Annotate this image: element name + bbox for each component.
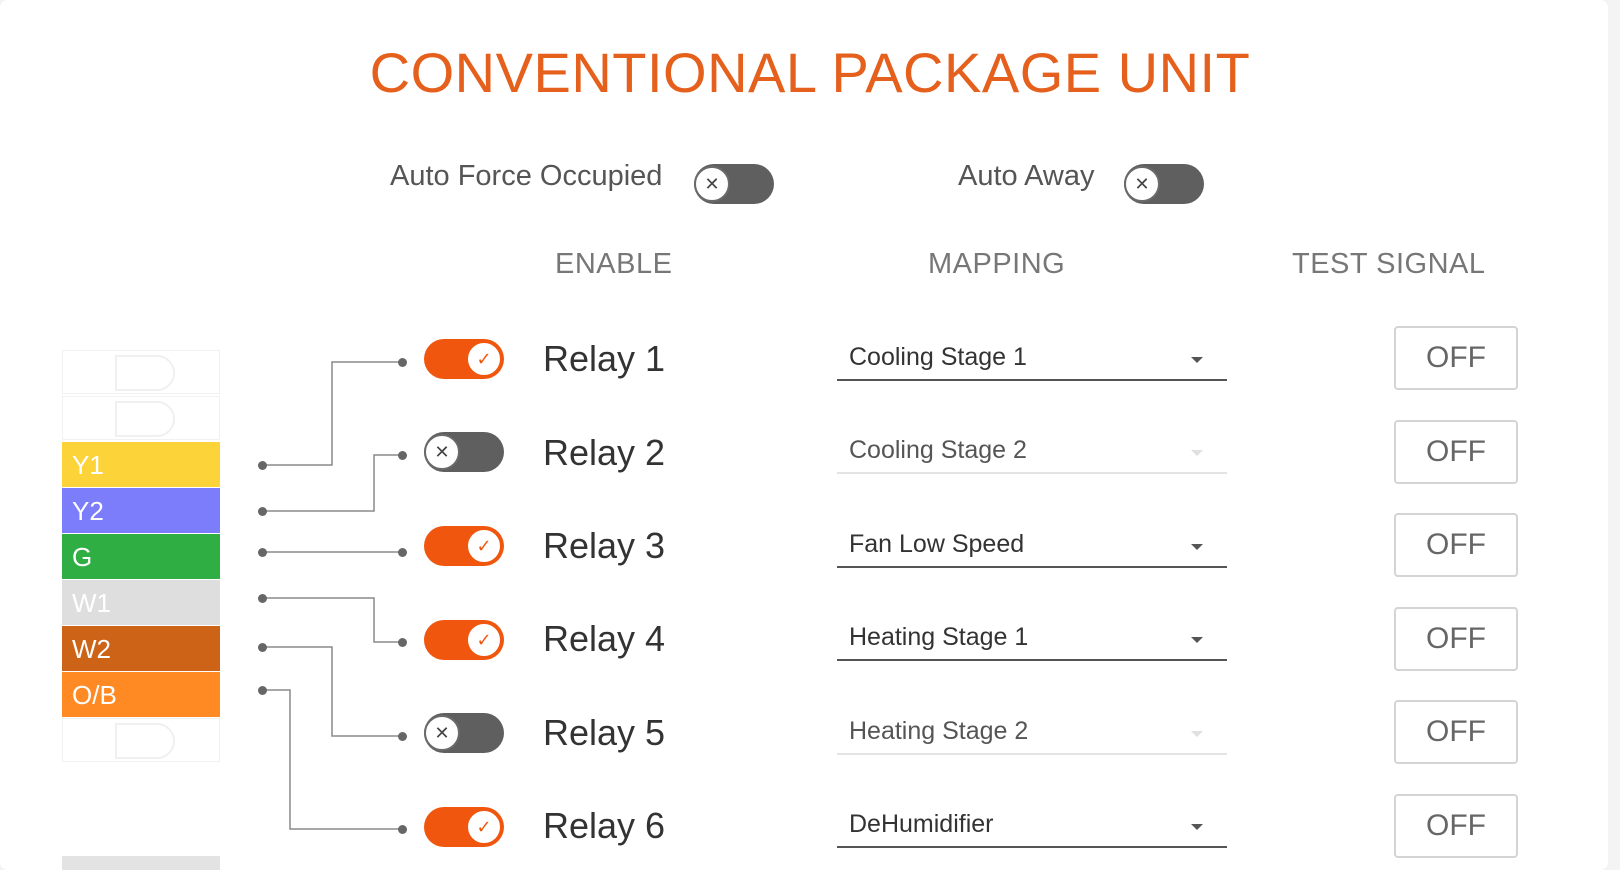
relay-2-mapping-value: Cooling Stage 2 <box>849 436 1027 464</box>
relay-1-mapping-select[interactable]: Cooling Stage 1 <box>837 343 1227 381</box>
caret-down-icon <box>1191 357 1203 363</box>
check-icon: ✓ <box>466 809 502 845</box>
relay-4-mapping-select[interactable]: Heating Stage 1 <box>837 623 1227 661</box>
relay-6-enable-toggle[interactable]: ✓ <box>424 807 504 847</box>
x-icon: ✕ <box>424 715 460 751</box>
relay-2-mapping-select[interactable]: Cooling Stage 2 <box>837 436 1227 474</box>
wire-w2 <box>262 646 402 737</box>
relay-6-mapping-select[interactable]: DeHumidifier <box>837 810 1227 848</box>
relay-wire-dot <box>397 824 407 834</box>
relay-wire-dot <box>397 357 407 367</box>
relay-6-label: Relay 6 <box>543 805 666 846</box>
relay-wire-dot <box>397 731 407 741</box>
relay-wire-dot <box>397 547 407 557</box>
caret-down-icon <box>1191 544 1203 550</box>
caret-down-icon <box>1191 450 1203 456</box>
relay-4-label: Relay 4 <box>543 618 666 659</box>
terminal-wire-dot <box>257 460 267 470</box>
relay-2-test-button[interactable]: OFF <box>1394 420 1518 484</box>
relay-wire-dot <box>397 637 407 647</box>
relay-5-mapping-value: Heating Stage 2 <box>849 717 1029 745</box>
x-icon: ✕ <box>424 434 460 470</box>
relay-1-mapping-value: Cooling Stage 1 <box>849 343 1027 371</box>
terminal-wire-dot <box>257 642 267 652</box>
caret-down-icon <box>1191 637 1203 643</box>
relay-5-label: Relay 5 <box>543 712 666 753</box>
relay-4-test-button[interactable]: OFF <box>1394 607 1518 671</box>
relay-3-mapping-select[interactable]: Fan Low Speed <box>837 530 1227 568</box>
relay-5-mapping-select[interactable]: Heating Stage 2 <box>837 717 1227 755</box>
wire-w1 <box>262 597 402 643</box>
check-icon: ✓ <box>466 341 502 377</box>
relay-2-enable-toggle[interactable]: ✕ <box>424 432 504 472</box>
terminal-wire-dot <box>257 685 267 695</box>
relay-1-label: Relay 1 <box>543 338 666 379</box>
terminal-wire-dot <box>257 547 267 557</box>
wiring-diagram <box>262 361 402 830</box>
caret-down-icon <box>1191 824 1203 830</box>
relay-6-test-button[interactable]: OFF <box>1394 794 1518 858</box>
relay-4-enable-toggle[interactable]: ✓ <box>424 620 504 660</box>
relay-1-enable-toggle[interactable]: ✓ <box>424 339 504 379</box>
terminal-wire-dot <box>257 506 267 516</box>
relay-wire-dot <box>397 450 407 460</box>
wire-y1 <box>262 361 402 466</box>
caret-down-icon <box>1191 731 1203 737</box>
relay-5-test-button[interactable]: OFF <box>1394 700 1518 764</box>
relay-3-mapping-value: Fan Low Speed <box>849 530 1025 558</box>
config-card: CONVENTIONAL PACKAGE UNIT Auto Force Occ… <box>0 0 1608 870</box>
relay-2-label: Relay 2 <box>543 432 666 473</box>
check-icon: ✓ <box>466 622 502 658</box>
check-icon: ✓ <box>466 528 502 564</box>
relay-6-mapping-value: DeHumidifier <box>849 810 994 838</box>
terminal-wire-dot <box>257 593 267 603</box>
relay-3-test-button[interactable]: OFF <box>1394 513 1518 577</box>
relay-5-enable-toggle[interactable]: ✕ <box>424 713 504 753</box>
relay-3-enable-toggle[interactable]: ✓ <box>424 526 504 566</box>
relay-1-test-button[interactable]: OFF <box>1394 326 1518 390</box>
relay-3-label: Relay 3 <box>543 525 666 566</box>
relay-4-mapping-value: Heating Stage 1 <box>849 623 1029 651</box>
